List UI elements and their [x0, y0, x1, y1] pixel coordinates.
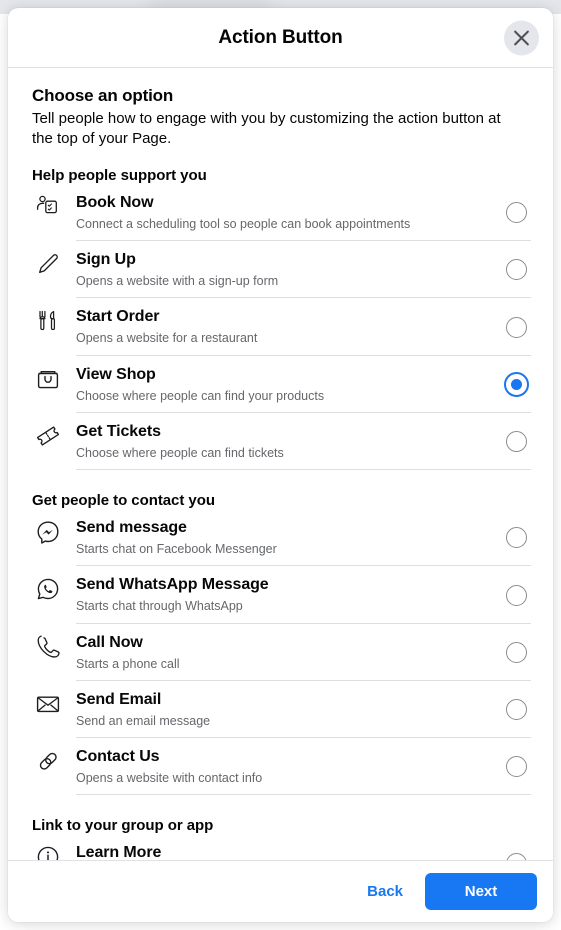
- radio-indicator: [505, 202, 527, 223]
- dialog-header: Action Button: [8, 8, 553, 68]
- option-text: Learn MoreOpens a website: [76, 843, 495, 860]
- action-button-dialog: Action Button Choose an option Tell peop…: [8, 8, 553, 922]
- option-text: Call Now Starts a phone call: [76, 633, 495, 672]
- section-title: Get people to contact you: [32, 492, 215, 510]
- option-row[interactable]: Sign Up Opens a website with a sign-up fo…: [32, 241, 531, 299]
- intro-block: Choose an option Tell people how to enga…: [8, 68, 553, 151]
- section-title: Link to your group or app: [32, 817, 214, 835]
- whatsapp-icon: [32, 575, 76, 602]
- radio-unselected[interactable]: [501, 259, 531, 281]
- info-circle-icon: [32, 843, 76, 860]
- option-label: Get Tickets: [76, 422, 161, 440]
- dialog-title: Action Button: [218, 26, 343, 48]
- option-description: Opens a website with contact info: [76, 771, 263, 786]
- radio-unselected[interactable]: [501, 756, 531, 778]
- dialog-footer: Back Next: [8, 860, 553, 922]
- pencil-icon: [32, 250, 76, 277]
- option-label: Sign Up: [76, 251, 136, 269]
- option-row[interactable]: Call Now Starts a phone call: [32, 624, 531, 682]
- radio-indicator: [505, 316, 527, 338]
- radio-indicator: [505, 641, 527, 663]
- option-list: Book Now Connect a scheduling tool so peo…: [32, 184, 531, 471]
- fork-knife-icon: [32, 307, 76, 334]
- close-icon: [513, 29, 530, 46]
- shopping-bag-icon: [32, 365, 76, 392]
- option-description: Choose where people can find your produc…: [76, 388, 325, 403]
- radio-unselected[interactable]: [501, 431, 531, 452]
- option-description: Starts chat on Facebook Messenger: [76, 542, 277, 557]
- option-description: Choose where people can find tickets: [76, 445, 284, 460]
- envelope-icon: [32, 690, 76, 717]
- next-button[interactable]: Next: [425, 873, 537, 910]
- person-check-icon: [32, 193, 76, 220]
- option-label: Contact Us: [76, 748, 160, 766]
- radio-indicator: [505, 852, 527, 860]
- option-description: Connect a scheduling tool so people can …: [76, 216, 411, 231]
- option-label: Send WhatsApp Message: [76, 576, 269, 594]
- option-label: Start Order: [76, 308, 160, 326]
- option-description: Starts a phone call: [76, 656, 180, 671]
- option-row[interactable]: Send WhatsApp Message Starts chat through…: [32, 566, 531, 624]
- back-button[interactable]: Back: [353, 874, 417, 909]
- option-section: Get people to contact you Send message Sta…: [8, 492, 553, 796]
- radio-indicator: [505, 527, 527, 549]
- option-text: Book Now Connect a scheduling tool so peo…: [76, 193, 495, 232]
- option-description: Opens a website for a restaurant: [76, 331, 258, 346]
- dialog-scroll-area[interactable]: Choose an option Tell people how to enga…: [8, 68, 553, 860]
- option-row[interactable]: Send message Starts chat on Facebook Mess…: [32, 509, 531, 567]
- option-row[interactable]: Get Tickets Choose where people can find …: [32, 413, 531, 471]
- option-row[interactable]: View Shop Choose where people can find yo…: [32, 356, 531, 414]
- option-description: Opens a website with a sign-up form: [76, 274, 279, 289]
- radio-indicator: [505, 259, 527, 281]
- page-title: Choose an option: [32, 86, 174, 105]
- radio-unselected[interactable]: [501, 852, 531, 860]
- messenger-icon: [32, 518, 76, 545]
- radio-indicator: [505, 584, 527, 606]
- option-description: Send an email message: [76, 713, 211, 728]
- option-list: Learn MoreOpens a website: [32, 834, 531, 860]
- close-button[interactable]: [504, 20, 539, 55]
- radio-selected[interactable]: [501, 371, 531, 397]
- option-label: Learn More: [76, 844, 162, 860]
- phone-icon: [32, 633, 76, 660]
- radio-indicator: [505, 756, 527, 778]
- option-label: Book Now: [76, 193, 154, 211]
- option-label: Call Now: [76, 633, 143, 651]
- section-title: Help people support you: [32, 166, 207, 184]
- option-row[interactable]: Contact Us Opens a website with contact i…: [32, 738, 531, 796]
- option-text: View Shop Choose where people can find yo…: [76, 365, 495, 404]
- option-row[interactable]: Start Order Opens a website for a restaur…: [32, 298, 531, 356]
- option-text: Get Tickets Choose where people can find …: [76, 422, 495, 461]
- sections-container: Help people support you Book Now Connect a…: [8, 167, 553, 860]
- radio-unselected[interactable]: [501, 202, 531, 223]
- intro-description: Tell people how to engage with you by cu…: [32, 110, 501, 147]
- option-text: Send WhatsApp Message Starts chat through…: [76, 575, 495, 614]
- option-section: Help people support you Book Now Connect a…: [8, 166, 553, 471]
- option-row[interactable]: Send Email Send an email message: [32, 681, 531, 739]
- ticket-icon: [32, 422, 76, 449]
- option-text: Contact Us Opens a website with contact i…: [76, 747, 495, 786]
- option-section: Link to your group or app Learn MoreOpens…: [8, 817, 553, 860]
- option-text: Start Order Opens a website for a restaur…: [76, 307, 495, 346]
- option-row[interactable]: Book Now Connect a scheduling tool so peo…: [32, 184, 531, 242]
- radio-indicator: [505, 431, 527, 452]
- radio-unselected[interactable]: [501, 641, 531, 663]
- option-description: Starts chat through WhatsApp: [76, 599, 243, 614]
- radio-unselected[interactable]: [501, 699, 531, 720]
- radio-indicator: [505, 699, 527, 720]
- option-text: Send message Starts chat on Facebook Mess…: [76, 518, 495, 557]
- radio-indicator: [503, 371, 529, 397]
- option-row[interactable]: Learn MoreOpens a website: [32, 834, 531, 860]
- option-list: Send message Starts chat on Facebook Mess…: [32, 509, 531, 796]
- radio-unselected[interactable]: [501, 584, 531, 606]
- link-icon: [32, 747, 76, 774]
- radio-unselected[interactable]: [501, 316, 531, 338]
- option-label: Send Email: [76, 690, 162, 708]
- option-text: Send Email Send an email message: [76, 690, 495, 729]
- radio-unselected[interactable]: [501, 527, 531, 549]
- option-text: Sign Up Opens a website with a sign-up fo…: [76, 250, 495, 289]
- option-label: Send message: [76, 519, 187, 537]
- option-label: View Shop: [76, 365, 156, 383]
